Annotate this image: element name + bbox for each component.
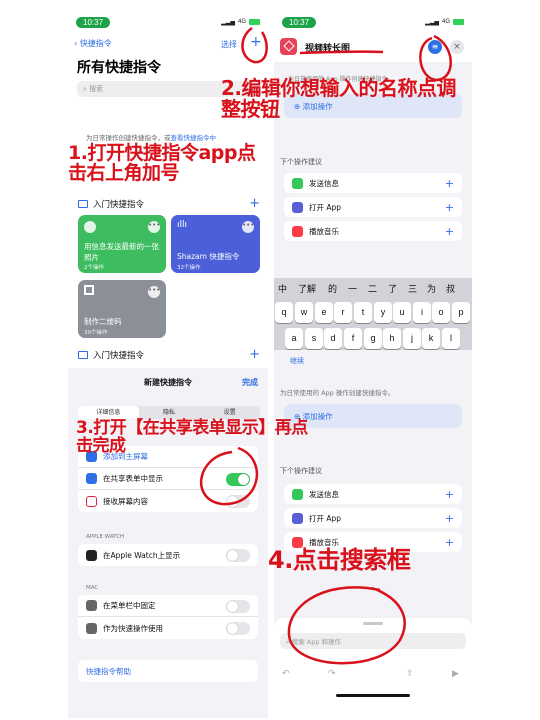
annotation-step-2: 2.编辑你想输入的名称点调整按钮 bbox=[221, 76, 457, 121]
underline-stroke bbox=[299, 50, 384, 55]
circle-search-stroke bbox=[287, 586, 406, 665]
annotation-step-4: 4.点击搜索框 bbox=[268, 546, 411, 574]
annotation-step-3: 3.打开【在共享表单显示】再点击完成 bbox=[76, 418, 308, 456]
circle-adjust-stroke bbox=[419, 34, 452, 82]
circle-toggle-stroke bbox=[199, 446, 259, 506]
annotation-step-1: 1.打开快捷指令app点击右上角加号 bbox=[68, 142, 256, 184]
circle-plus-stroke bbox=[241, 26, 268, 64]
